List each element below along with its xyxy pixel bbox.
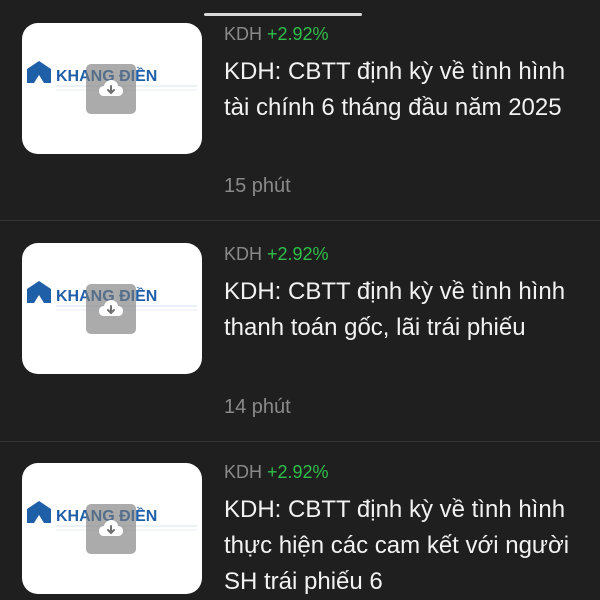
news-thumbnail[interactable]: KHANG ĐIỀN: [22, 463, 202, 594]
ticker-change: KDH +2.92%: [224, 243, 329, 265]
news-time: 15 phút: [224, 175, 291, 197]
news-title[interactable]: KDH: CBTT định kỳ về tình hình thực hiện…: [224, 492, 584, 600]
stock-ticker[interactable]: KDH: [224, 244, 262, 264]
news-item[interactable]: KHANG ĐIỀN KDH+2.92% KDH: CBTT định kỳ v…: [0, 221, 600, 442]
news-title[interactable]: KDH: CBTT định kỳ về tình hình tài chính…: [224, 54, 584, 126]
ticker-change: KDH +2.92%: [224, 23, 329, 45]
price-change: +2.92%: [267, 462, 329, 482]
price-change: +2.92%: [267, 24, 329, 44]
news-item[interactable]: KHANG ĐIỀN KDH+2.92% KDH: CBTT định kỳ v…: [0, 442, 600, 600]
stock-ticker[interactable]: KDH: [224, 462, 262, 482]
price-change: +2.92%: [267, 244, 329, 264]
cloud-download-icon[interactable]: [86, 284, 136, 334]
news-time: 14 phút: [224, 396, 291, 418]
news-thumbnail[interactable]: KHANG ĐIỀN: [22, 243, 202, 374]
news-item[interactable]: KHANG ĐIỀN KDH+2.92% KDH: CBTT định kỳ v…: [0, 0, 600, 221]
stock-ticker[interactable]: KDH: [224, 24, 262, 44]
news-title[interactable]: KDH: CBTT định kỳ về tình hình thanh toá…: [224, 274, 584, 346]
cloud-download-icon[interactable]: [86, 64, 136, 114]
cloud-download-icon[interactable]: [86, 504, 136, 554]
news-thumbnail[interactable]: KHANG ĐIỀN: [22, 23, 202, 154]
ticker-change: KDH +2.92%: [224, 461, 329, 483]
